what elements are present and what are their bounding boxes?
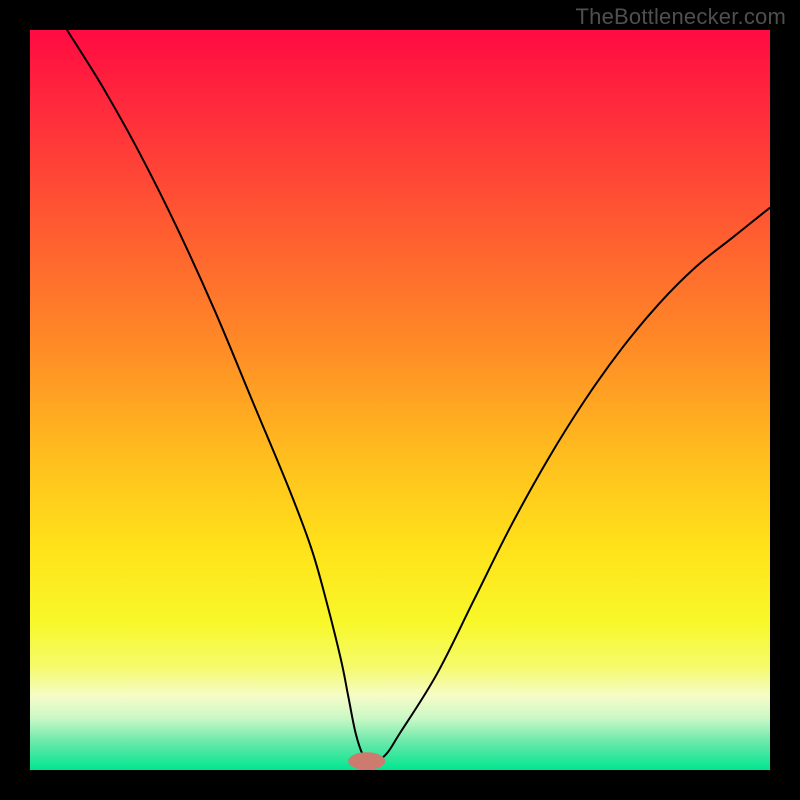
gradient-background [30,30,770,770]
chart-frame: TheBottlenecker.com [0,0,800,800]
optimum-marker [348,752,385,770]
plot-area [30,30,770,770]
bottleneck-curve-chart [30,30,770,770]
watermark-label: TheBottlenecker.com [576,4,786,30]
